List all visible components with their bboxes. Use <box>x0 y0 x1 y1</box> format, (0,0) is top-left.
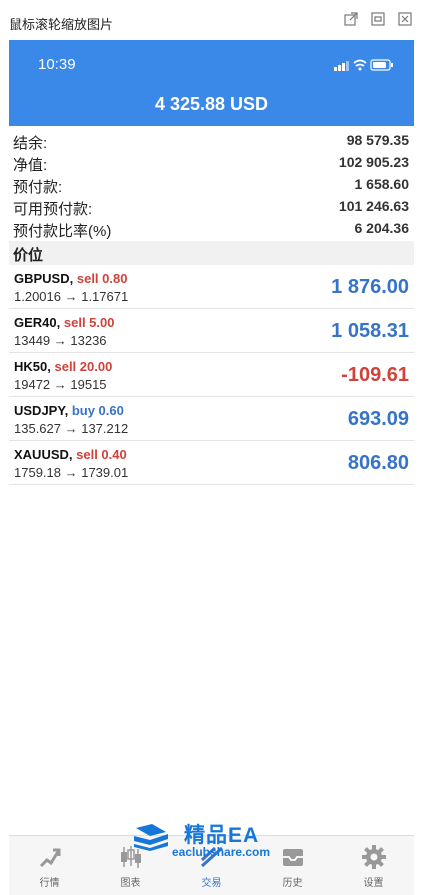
position-prices: 13449 → 13236 <box>14 333 107 348</box>
position-profit: 806.80 <box>347 452 409 474</box>
summary-row-free-margin: 可用预付款: 101 246.63 <box>9 196 414 218</box>
summary-row-margin: 预付款: 1 658.60 <box>9 174 414 196</box>
position-profit: 1 058.31 <box>331 320 409 342</box>
position-symbol: HK50, <box>14 359 51 374</box>
summary-label: 结余: <box>13 135 48 152</box>
position-prices: 19472 → 19515 <box>14 377 107 392</box>
tab-label: 交易 <box>201 878 222 889</box>
position-direction: sell 5.00 <box>63 315 115 330</box>
position-prices: 135.627 → 137.212 <box>14 421 129 436</box>
summary-value: 102 905.23 <box>338 154 409 170</box>
quotes-icon <box>39 848 61 868</box>
viewer-titlebar: 鼠标滚轮缩放图片 <box>0 0 424 40</box>
position-row[interactable]: HK50, sell 20.00 19472 → 19515 -109.61 <box>9 353 414 397</box>
position-profit: 1 876.00 <box>331 276 409 298</box>
status-icons <box>334 58 394 76</box>
position-direction: sell 20.00 <box>54 359 113 374</box>
position-prices: 1759.18 → 1739.01 <box>14 465 129 480</box>
summary-row-margin-level: 预付款比率(%) 6 204.36 <box>9 218 414 240</box>
position-row[interactable]: XAUUSD, sell 0.40 1759.18 → 1739.01 806.… <box>9 441 414 485</box>
tab-quotes[interactable]: 行情 <box>9 836 90 895</box>
watermark-subtitle: eaclubshare.com <box>172 845 271 859</box>
summary-label: 可用预付款: <box>13 201 93 218</box>
summary-label: 预付款: <box>13 179 63 196</box>
summary-value: 101 246.63 <box>338 198 409 214</box>
summary-label: 预付款比率(%) <box>13 223 112 240</box>
position-prices: 1.20016 → 1.17671 <box>14 289 129 304</box>
tab-label: 行情 <box>39 878 60 889</box>
phone-screenshot: 10:39 4 325.88 USD 结余: 98 579.35 净值: 102… <box>9 40 414 895</box>
maximize-icon[interactable] <box>371 12 385 26</box>
watermark-logo-icon <box>134 824 168 851</box>
position-profit: 693.09 <box>347 408 409 430</box>
summary-row-equity: 净值: 102 905.23 <box>9 152 414 174</box>
summary-value: 6 204.36 <box>354 220 410 236</box>
settings-icon <box>362 845 386 869</box>
summary-label: 净值: <box>13 157 48 174</box>
account-balance: 4 325.88 USD <box>154 94 269 114</box>
positions-list: GBPUSD, sell 0.80 1.20016 → 1.17671 1 87… <box>9 265 414 485</box>
position-symbol: GBPUSD, <box>14 271 74 286</box>
summary-row-balance: 结余: 98 579.35 <box>9 130 414 152</box>
position-profit: -109.61 <box>341 364 409 386</box>
position-direction: sell 0.80 <box>76 271 128 286</box>
tab-label: 历史 <box>282 878 303 889</box>
open-external-icon[interactable] <box>344 12 358 26</box>
position-row[interactable]: GBPUSD, sell 0.80 1.20016 → 1.17671 1 87… <box>9 265 414 309</box>
account-header: 10:39 4 325.88 USD <box>9 40 414 126</box>
position-symbol: USDJPY, <box>14 403 69 418</box>
summary-value: 1 658.60 <box>354 176 410 192</box>
position-symbol: GER40, <box>14 315 61 330</box>
summary-value: 98 579.35 <box>346 132 409 148</box>
section-title: 价位 <box>13 247 44 264</box>
positions-section-header: 价位 <box>9 241 414 265</box>
position-row[interactable]: GER40, sell 5.00 13449 → 13236 1 058.31 <box>9 309 414 353</box>
position-direction: buy 0.60 <box>71 403 124 418</box>
status-time: 10:39 <box>38 56 76 73</box>
account-summary: 结余: 98 579.35 净值: 102 905.23 预付款: 1 658.… <box>9 130 414 240</box>
tab-label: 设置 <box>363 878 384 889</box>
signal-icon <box>334 61 349 71</box>
tab-label: 图表 <box>120 878 141 889</box>
position-direction: sell 0.40 <box>76 447 127 462</box>
close-icon[interactable] <box>398 12 412 26</box>
position-symbol: XAUUSD, <box>14 447 73 462</box>
position-row[interactable]: USDJPY, buy 0.60 135.627 → 137.212 693.0… <box>9 397 414 441</box>
viewer-title: 鼠标滚轮缩放图片 <box>9 17 114 32</box>
tab-settings[interactable]: 设置 <box>333 836 414 895</box>
watermark: 精品EA eaclubshare.com <box>128 818 298 866</box>
battery-icon <box>370 59 393 71</box>
wifi-icon <box>353 59 367 71</box>
